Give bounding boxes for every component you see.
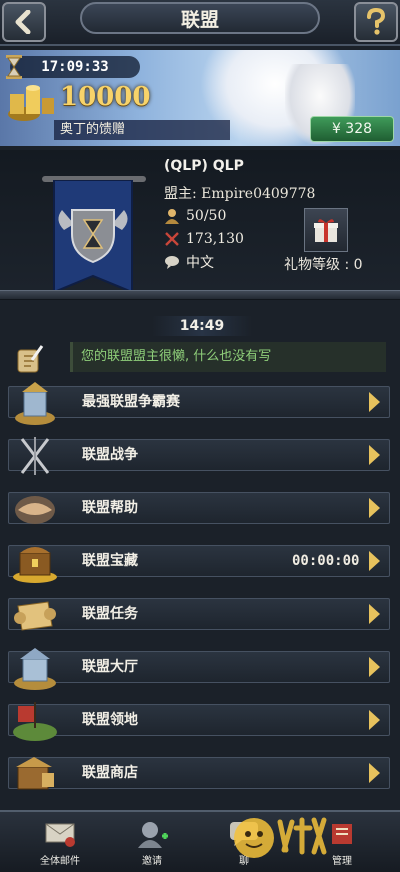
- menu-item-strongest-alliance[interactable]: 最强联盟争霸赛: [0, 382, 400, 432]
- treasure-timer: 00:00:00: [292, 553, 360, 569]
- menu-item-label: 联盟商店: [82, 765, 138, 781]
- speech-bubble-icon: [165, 256, 179, 269]
- menu-item-bar: [8, 598, 390, 630]
- alliance-announcement[interactable]: 您的联盟盟主很懒, 什么也没有写: [70, 342, 386, 372]
- alliance-power-value: 173,130: [186, 231, 244, 247]
- alliance-flag-icon[interactable]: [52, 180, 134, 292]
- menu-item-alliance-quest[interactable]: 联盟任务: [0, 594, 400, 644]
- menu-item-label: 联盟战争: [82, 447, 138, 463]
- page-title: 联盟: [80, 2, 320, 34]
- tab-invite[interactable]: 邀请: [112, 818, 192, 872]
- gift-level: 礼物等级 : 0: [284, 257, 363, 273]
- question-mark-icon: [367, 8, 386, 35]
- menu-item-bar: [8, 439, 390, 471]
- shop-icon: [16, 757, 54, 790]
- chevron-right-icon: [369, 604, 380, 624]
- section-divider: [0, 290, 400, 300]
- menu-item-bar: [8, 704, 390, 736]
- menu-item-label: 最强联盟争霸赛: [82, 394, 180, 410]
- menu-item-label: 联盟大厅: [82, 659, 138, 675]
- menu-item-label: 联盟帮助: [82, 500, 138, 516]
- gold-coins-icon: [8, 85, 54, 121]
- chevron-right-icon: [369, 763, 380, 783]
- chevron-right-icon: [369, 710, 380, 730]
- menu-item-label: 联盟领地: [82, 712, 138, 728]
- handshake-icon: [15, 496, 55, 524]
- menu-item-alliance-territory[interactable]: 联盟领地: [0, 700, 400, 750]
- promo-amount: 10000: [60, 82, 151, 112]
- member-count: 50/50: [164, 208, 226, 224]
- tab-mail-all[interactable]: 全体邮件: [20, 818, 100, 872]
- menu-item-label: 联盟宝藏: [82, 553, 138, 569]
- scroll-quill-icon: [17, 345, 44, 373]
- menu-item-bar: [8, 492, 390, 524]
- top-header: 联盟: [0, 0, 400, 46]
- chevron-right-icon: [369, 392, 380, 412]
- alliance-language-value: 中文: [186, 255, 214, 271]
- promo-subtitle: 奥丁的馈赠: [54, 120, 230, 140]
- tab-label: 全体邮件: [40, 856, 80, 867]
- scroll-icon: [14, 601, 56, 631]
- promo-banner[interactable]: 17:09:33 10000 奥丁的馈赠 ¥ 328: [0, 50, 400, 146]
- chevron-right-icon: [369, 498, 380, 518]
- menu-item-alliance-war[interactable]: 联盟战争: [0, 435, 400, 485]
- treasure-chest-icon: [13, 547, 57, 583]
- alliance-name: (QLP) QLP: [164, 158, 244, 174]
- gift-button[interactable]: [304, 208, 348, 252]
- alliance-language: 中文: [164, 252, 214, 272]
- tower-icon: [15, 382, 55, 425]
- alliance-power: 173,130: [164, 231, 244, 247]
- crossed-swords-icon: [20, 437, 50, 475]
- hall-icon: [14, 648, 56, 690]
- territory-icon: [13, 702, 57, 741]
- menu-item-bar: [8, 651, 390, 683]
- menu-item-alliance-help[interactable]: 联盟帮助: [0, 488, 400, 538]
- promo-countdown: 17:09:33: [10, 56, 140, 78]
- menu-item-alliance-hall[interactable]: 联盟大厅: [0, 647, 400, 697]
- chevron-right-icon: [369, 657, 380, 677]
- watermark-logo: [234, 817, 327, 858]
- tab-label: 邀请: [142, 856, 162, 867]
- menu-item-label: 联盟任务: [82, 606, 138, 622]
- chevron-right-icon: [369, 551, 380, 571]
- buy-button[interactable]: ¥ 328: [310, 116, 394, 142]
- chevron-right-icon: [369, 445, 380, 465]
- back-button[interactable]: [2, 2, 46, 42]
- hourglass-icon: [6, 55, 22, 79]
- power-swords-icon: [165, 232, 179, 246]
- bottom-tab-bar: 全体邮件 邀请 聊 管理: [0, 810, 400, 872]
- mail-icon: [45, 823, 75, 847]
- alliance-leader: 盟主: Empire0409778: [164, 186, 316, 202]
- gift-icon: [314, 219, 338, 242]
- member-count-value: 50/50: [186, 208, 227, 224]
- help-button[interactable]: [354, 2, 398, 42]
- invite-icon: [138, 822, 168, 848]
- menu-item-bar: [8, 757, 390, 789]
- chevron-left-icon: [15, 10, 31, 34]
- alliance-info-panel: (QLP) QLP 盟主: Empire0409778 50/50 173,13…: [0, 150, 400, 292]
- menu-item-alliance-treasure[interactable]: 联盟宝藏 00:00:00: [0, 541, 400, 591]
- chat-timestamp: 14:49: [152, 316, 252, 336]
- menu-item-bar: [8, 386, 390, 418]
- member-icon: [165, 209, 179, 224]
- menu-item-alliance-shop[interactable]: 联盟商店: [0, 753, 400, 803]
